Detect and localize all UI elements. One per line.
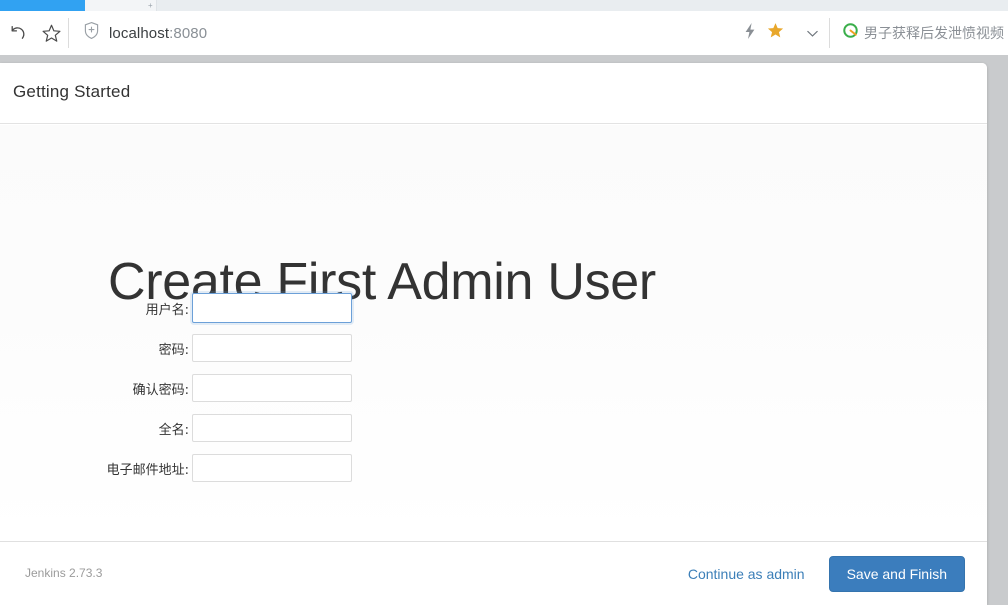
browser-chrome: + localhost:8080 男子获释后发泄愤视频 <box>0 0 1008 55</box>
star-outline-icon <box>41 23 62 44</box>
toolbar-right-group: 男子获释后发泄愤视频 <box>739 11 1008 55</box>
admin-user-form: 用户名: 密码: 确认密码: 全名: 电子邮件地址: <box>0 288 987 488</box>
bookmark-button[interactable] <box>34 16 68 50</box>
label-password: 密码: <box>158 342 189 358</box>
url-text: localhost:8080 <box>109 25 207 42</box>
lightning-bolt-icon[interactable] <box>743 22 757 45</box>
password-input[interactable] <box>192 334 352 362</box>
label-username: 用户名: <box>145 302 189 318</box>
form-row-username: 用户名: <box>0 288 987 328</box>
panel-header: Getting Started <box>0 63 987 124</box>
label-email: 电子邮件地址: <box>106 462 189 478</box>
browser-tab-inactive[interactable] <box>85 0 157 11</box>
form-row-full-name: 全名: <box>0 408 987 448</box>
address-bar[interactable]: localhost:8080 <box>69 11 739 55</box>
page-title: Getting Started <box>13 82 131 101</box>
news-headline-text: 男子获释后发泄愤视频 <box>864 26 1004 42</box>
form-row-password: 密码: <box>0 328 987 368</box>
form-row-email: 电子邮件地址: <box>0 448 987 488</box>
continue-as-admin-link[interactable]: Continue as admin <box>688 566 805 582</box>
new-tab-button[interactable]: + <box>148 1 153 10</box>
confirm-password-input[interactable] <box>192 374 352 402</box>
shield-icon <box>83 21 100 45</box>
label-confirm-password: 确认密码: <box>132 382 189 398</box>
panel-body: Create First Admin User 用户名: 密码: 确认密码: 全… <box>0 125 987 541</box>
form-row-confirm-password: 确认密码: <box>0 368 987 408</box>
browser-toolbar: localhost:8080 男子获释后发泄愤视频 <box>0 11 1008 55</box>
footer-actions: Continue as admin Save and Finish <box>688 556 965 592</box>
star-filled-icon[interactable] <box>766 21 785 45</box>
qihoo-circle-icon <box>842 22 859 44</box>
chevron-down-icon[interactable] <box>795 16 829 50</box>
browser-tab-strip: + <box>0 0 1008 11</box>
browser-tab-active[interactable] <box>0 0 85 11</box>
full-name-input[interactable] <box>192 414 352 442</box>
label-full-name: 全名: <box>158 422 189 438</box>
email-input[interactable] <box>192 454 352 482</box>
save-and-finish-button[interactable]: Save and Finish <box>828 556 965 592</box>
reload-arrow-icon <box>8 24 27 43</box>
jenkins-version-label: Jenkins 2.73.3 <box>25 566 103 580</box>
url-port: :8080 <box>169 24 208 42</box>
username-input[interactable] <box>192 293 352 323</box>
url-host: localhost <box>109 24 170 42</box>
reload-button[interactable] <box>0 16 34 50</box>
jenkins-setup-panel: Getting Started Create First Admin User … <box>0 63 987 605</box>
news-headline-item[interactable]: 男子获释后发泄愤视频 <box>830 11 1008 55</box>
panel-footer: Jenkins 2.73.3 Continue as admin Save an… <box>0 541 987 605</box>
